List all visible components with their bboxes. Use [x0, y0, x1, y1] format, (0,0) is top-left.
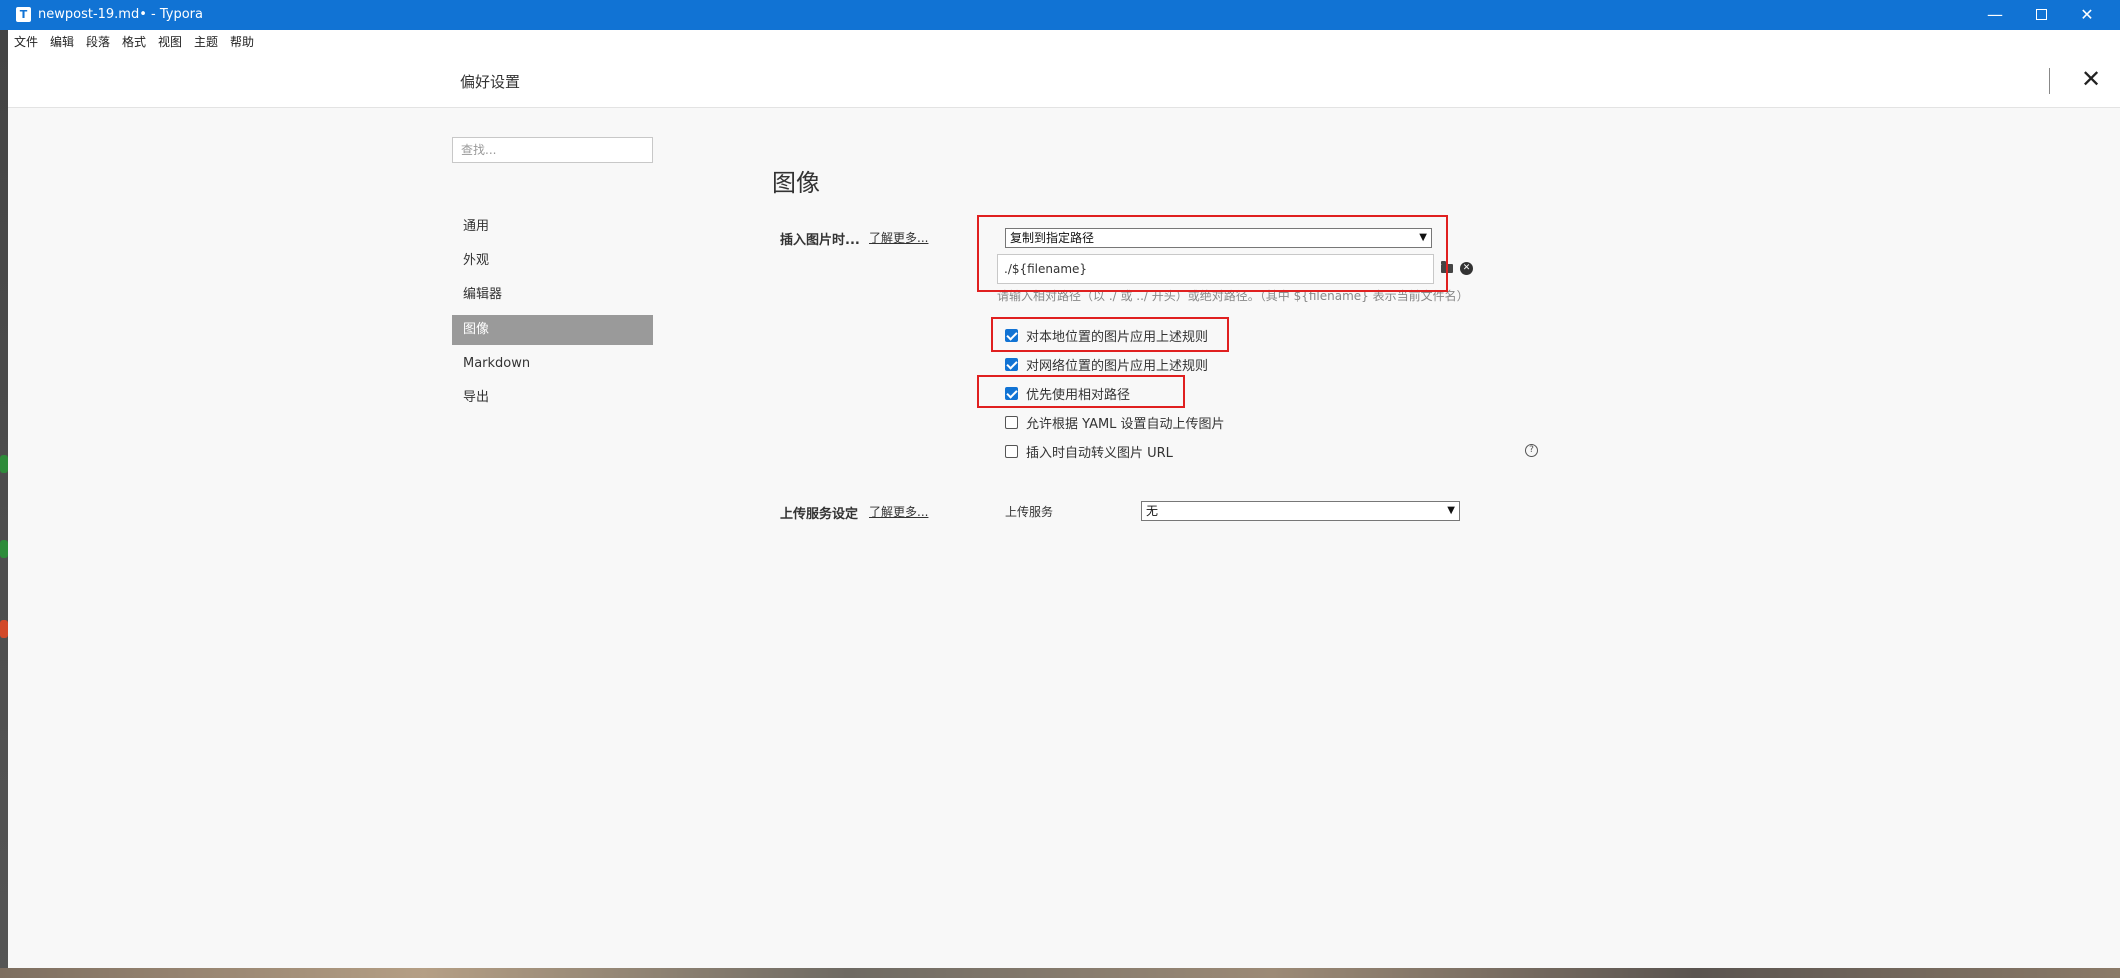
clear-icon[interactable]: ✕ — [1460, 262, 1473, 275]
preferences-header: 偏好设置 ✕ — [8, 52, 2120, 108]
section-title: 图像 — [772, 169, 820, 197]
menu-format[interactable]: 格式 — [122, 33, 146, 50]
checkbox[interactable] — [1005, 387, 1018, 400]
option-label: 对本地位置的图片应用上述规则 — [1026, 330, 1209, 345]
desktop-app-icon — [0, 620, 8, 638]
window-close-button[interactable]: ✕ — [2064, 0, 2110, 30]
desktop-app-icon — [0, 540, 8, 558]
insert-action-select[interactable]: 复制到指定路径 ▼ — [1005, 228, 1432, 248]
header-divider — [2049, 68, 2050, 94]
path-hint-text: 请输入相对路径（以 ./ 或 ../ 开头）或绝对路径。（其中 ${filena… — [997, 289, 1469, 303]
window-title: newpost-19.md• - Typora — [38, 7, 203, 22]
menu-theme[interactable]: 主题 — [194, 33, 218, 50]
sidebar-item-editor[interactable]: 编辑器 — [452, 280, 653, 310]
desktop-app-icon — [0, 455, 8, 473]
menu-bar: 文件 编辑 段落 格式 视图 主题 帮助 — [8, 30, 2120, 52]
preferences-search-input[interactable] — [452, 137, 653, 163]
checkbox[interactable] — [1005, 329, 1018, 342]
menu-paragraph[interactable]: 段落 — [86, 33, 110, 50]
checkbox[interactable] — [1005, 358, 1018, 371]
checkbox[interactable] — [1005, 416, 1018, 429]
option-label: 插入时自动转义图片 URL — [1026, 446, 1173, 461]
close-preferences-button[interactable]: ✕ — [2076, 64, 2106, 94]
maximize-icon — [2035, 8, 2047, 20]
chevron-down-icon: ▼ — [1419, 232, 1427, 243]
upload-service-value: 无 — [1146, 504, 1159, 518]
sidebar-item-appearance[interactable]: 外观 — [452, 246, 653, 276]
upload-service-select[interactable]: 无 ▼ — [1141, 501, 1460, 521]
image-path-input[interactable] — [997, 254, 1434, 284]
checkbox[interactable] — [1005, 445, 1018, 458]
preferences-title: 偏好设置 — [460, 73, 521, 91]
minimize-button[interactable]: — — [1972, 0, 2018, 30]
sidebar-item-export[interactable]: 导出 — [452, 383, 653, 413]
option-label: 允许根据 YAML 设置自动上传图片 — [1026, 417, 1225, 432]
upload-service-label: 上传服务 — [1005, 505, 1054, 519]
menu-file[interactable]: 文件 — [14, 33, 38, 50]
insert-action-value: 复制到指定路径 — [1010, 231, 1095, 245]
sidebar-item-image[interactable]: 图像 — [452, 315, 653, 345]
menu-help[interactable]: 帮助 — [230, 33, 254, 50]
upload-learn-more-link[interactable]: 了解更多... — [869, 503, 928, 520]
desktop-background-bottom — [0, 968, 2120, 978]
title-bar: T newpost-19.md• - Typora — ✕ — [0, 0, 2120, 30]
option-label: 对网络位置的图片应用上述规则 — [1026, 359, 1209, 374]
typora-app-icon: T — [16, 7, 31, 22]
upload-settings-label: 上传服务设定 — [780, 507, 859, 522]
maximize-button[interactable] — [2018, 0, 2064, 30]
chevron-down-icon: ▼ — [1447, 505, 1455, 516]
insert-image-label: 插入图片时... — [780, 233, 860, 248]
app-window: 文件 编辑 段落 格式 视图 主题 帮助 偏好设置 ✕ — [8, 30, 2120, 968]
menu-edit[interactable]: 编辑 — [50, 33, 74, 50]
menu-view[interactable]: 视图 — [158, 33, 182, 50]
desktop-background-left — [0, 30, 8, 978]
sidebar-item-markdown[interactable]: Markdown — [452, 349, 653, 379]
folder-icon[interactable] — [1441, 261, 1453, 273]
insert-learn-more-link[interactable]: 了解更多... — [869, 229, 928, 246]
sidebar-item-general[interactable]: 通用 — [452, 212, 653, 242]
option-label: 优先使用相对路径 — [1026, 388, 1131, 403]
help-icon[interactable]: ? — [1525, 444, 1538, 457]
